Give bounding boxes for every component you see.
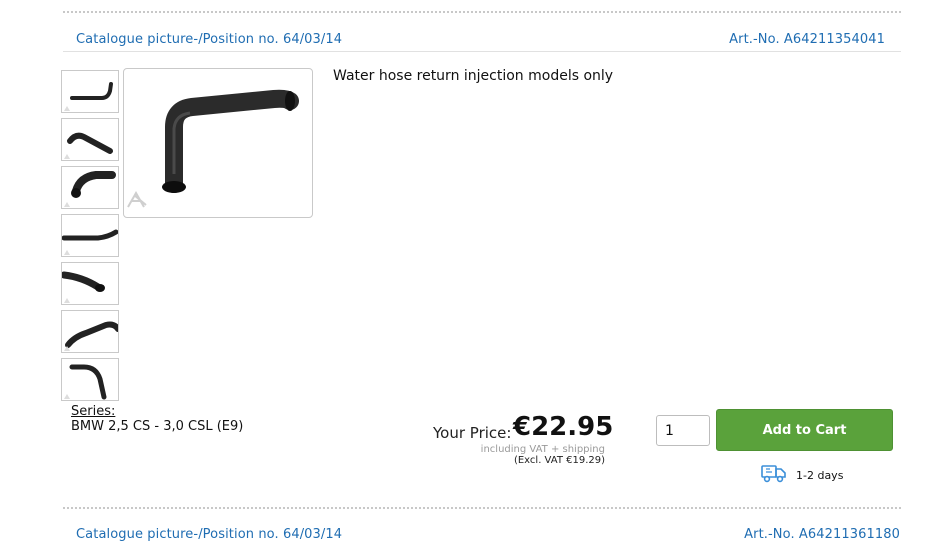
quantity-input[interactable]	[656, 415, 710, 446]
watermark-icon	[64, 298, 70, 303]
thumbnail-2[interactable]	[61, 118, 119, 161]
series-value: BMW 2,5 CS - 3,0 CSL (E9)	[71, 419, 244, 434]
price-value: €22.95	[513, 412, 614, 442]
truck-icon	[761, 463, 787, 487]
series-label: Series:	[71, 404, 116, 419]
watermark-icon	[64, 106, 70, 111]
article-number: Art.-No. A64211354041	[729, 32, 885, 47]
watermark-icon	[64, 250, 70, 255]
item-separator	[63, 507, 901, 509]
product-main-image[interactable]	[123, 68, 313, 218]
vat-note: including VAT + shipping	[480, 444, 605, 455]
watermark-icon	[64, 154, 70, 159]
top-separator	[63, 11, 901, 13]
thumbnail-6[interactable]	[61, 310, 119, 353]
watermark-icon	[64, 202, 70, 207]
watermark-icon	[64, 346, 70, 351]
watermark-icon	[64, 394, 70, 399]
product-description: Water hose return injection models only	[333, 68, 614, 84]
catalogue-position-link[interactable]: Catalogue picture-/Position no. 64/03/14	[76, 32, 342, 47]
price-label: Your Price:	[433, 424, 512, 442]
add-to-cart-button[interactable]: Add to Cart	[716, 409, 893, 451]
header-divider	[63, 51, 901, 52]
thumbnail-7[interactable]	[61, 358, 119, 401]
thumbnail-3[interactable]	[61, 166, 119, 209]
delivery-time: 1-2 days	[796, 469, 844, 482]
thumbnail-4[interactable]	[61, 214, 119, 257]
brand-logo-watermark	[127, 190, 147, 208]
thumbnail-1[interactable]	[61, 70, 119, 113]
thumbnail-5[interactable]	[61, 262, 119, 305]
excl-vat-price: (Excl. VAT €19.29)	[513, 455, 605, 466]
